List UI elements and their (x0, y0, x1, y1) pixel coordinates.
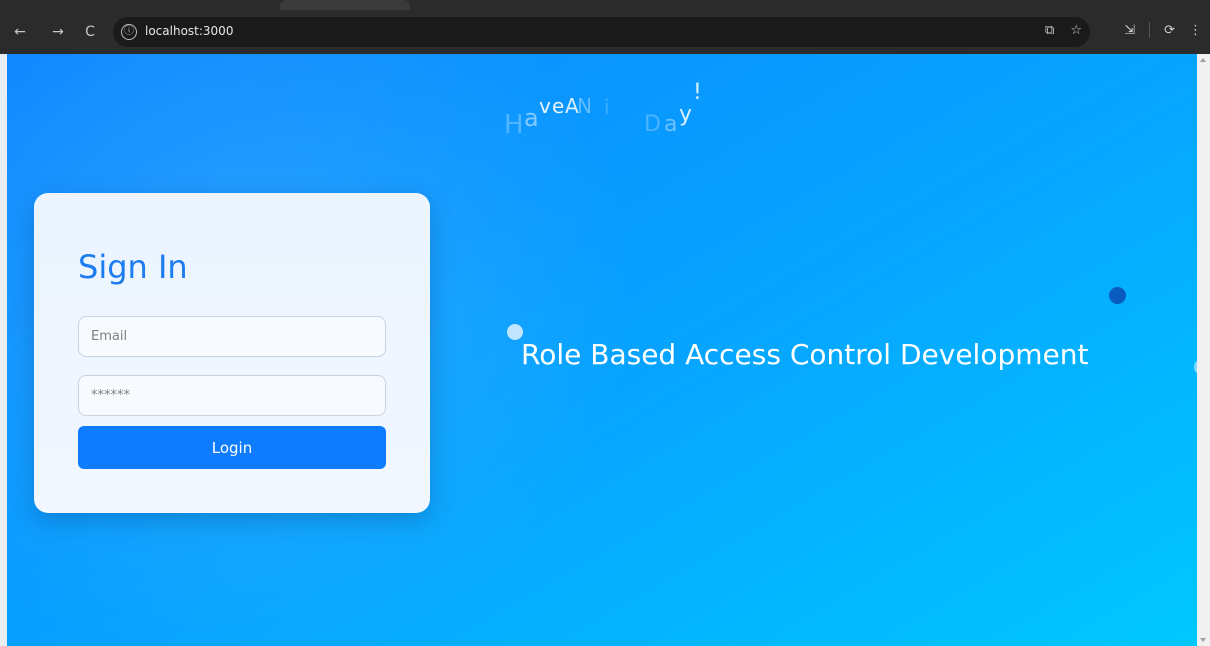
back-arrow-icon[interactable]: ← (10, 22, 30, 42)
email-field[interactable] (78, 316, 386, 357)
reload-icon[interactable]: C (80, 22, 100, 42)
profile-icon[interactable]: ⟳ (1164, 23, 1175, 38)
email-input[interactable] (79, 317, 385, 356)
animated-letter: D (644, 112, 661, 137)
address-bar-actions: ⧉ ☆ (1045, 23, 1082, 38)
address-url[interactable]: localhost:3000 (145, 24, 233, 38)
animated-letter: v (539, 94, 551, 118)
animated-letter: e (552, 94, 565, 118)
page-viewport: H a v e A N i D a y ! Sign In Login Role… (7, 54, 1197, 646)
floating-dot-dark (1109, 287, 1126, 304)
extensions-icon[interactable]: ⇲ (1124, 23, 1135, 38)
browser-toolbar: ← → C ⓘ localhost:3000 ⧉ ☆ ⇲ ⟳ ⋮ (0, 10, 1210, 54)
install-app-icon[interactable]: ⧉ (1045, 23, 1054, 38)
address-bar[interactable]: ⓘ localhost:3000 ⧉ ☆ (113, 17, 1090, 47)
animated-letter: y (679, 102, 693, 127)
password-input[interactable] (79, 376, 385, 415)
toolbar-divider (1149, 22, 1151, 38)
bookmark-star-icon[interactable]: ☆ (1070, 23, 1082, 38)
left-edge-strip (0, 54, 7, 646)
password-field[interactable] (78, 375, 386, 416)
animated-greeting: H a v e A N i D a y ! (504, 78, 744, 148)
browser-chrome: ← → C ⓘ localhost:3000 ⧉ ☆ ⇲ ⟳ ⋮ (0, 0, 1210, 54)
scroll-up-icon[interactable] (1200, 58, 1206, 62)
animated-letter: a (524, 104, 539, 132)
animated-letter: H (504, 110, 524, 140)
sign-in-card: Sign In Login (34, 193, 430, 513)
browser-right-tools: ⇲ ⟳ ⋮ (1124, 22, 1202, 38)
vertical-scrollbar[interactable] (1197, 54, 1210, 646)
tab-hint[interactable] (280, 0, 410, 10)
scroll-down-icon[interactable] (1200, 638, 1206, 642)
animated-letter: i (604, 95, 610, 119)
animated-letter: ! (693, 80, 702, 105)
animated-letter: a (664, 112, 678, 137)
menu-kebab-icon[interactable]: ⋮ (1189, 23, 1202, 38)
info-icon[interactable]: ⓘ (121, 24, 137, 40)
forward-arrow-icon[interactable]: → (48, 22, 68, 42)
tab-strip (0, 0, 1210, 10)
sign-in-title: Sign In (78, 248, 188, 286)
headline-text: Role Based Access Control Development (521, 338, 1089, 371)
animated-letter: N (577, 94, 592, 118)
login-button[interactable]: Login (78, 426, 386, 469)
